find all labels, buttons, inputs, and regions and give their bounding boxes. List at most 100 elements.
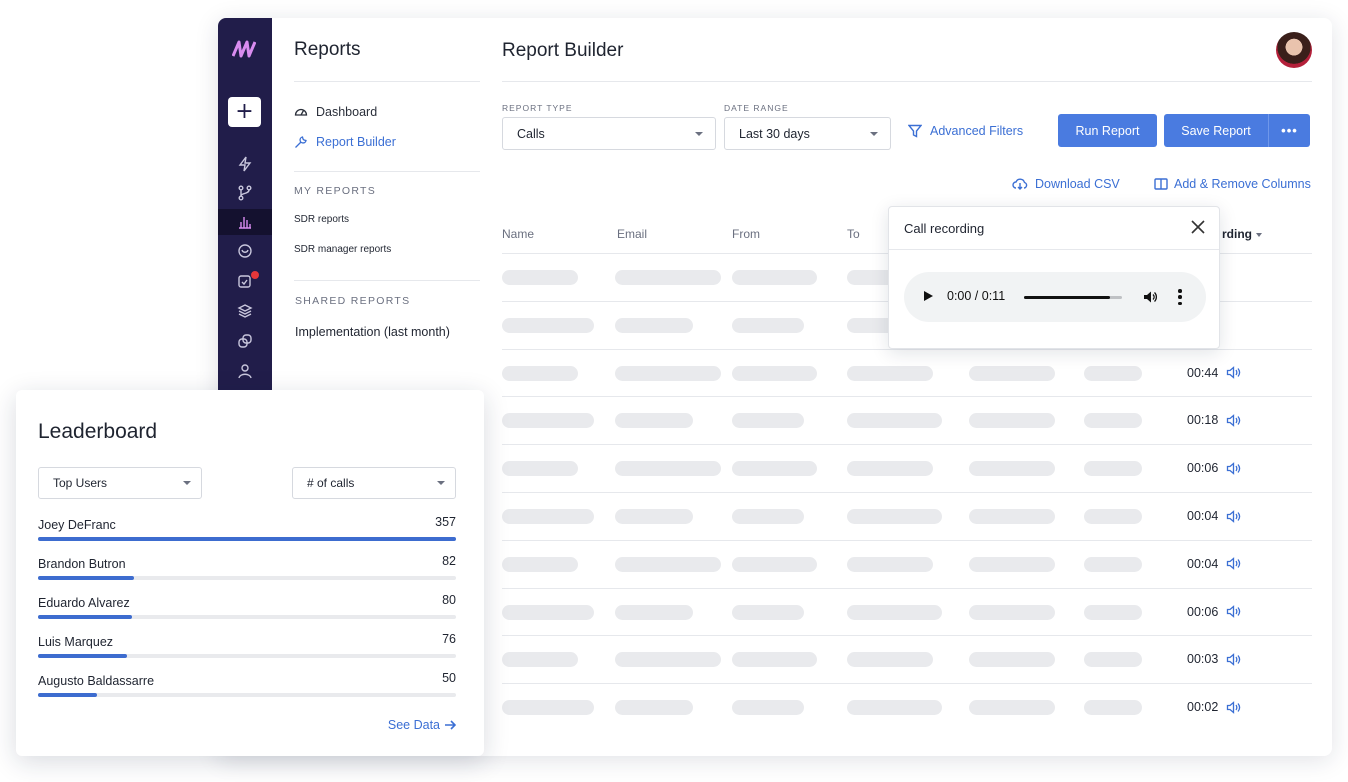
skeleton-cell xyxy=(1084,556,1142,572)
kebab-icon[interactable] xyxy=(1177,289,1183,305)
report-item[interactable]: SDR manager reports xyxy=(294,244,391,255)
skeleton-cell xyxy=(847,556,933,572)
column-header-label: rding xyxy=(1222,227,1252,241)
skeleton-cell xyxy=(1084,604,1142,620)
duration-value: 00:18 xyxy=(1187,413,1219,428)
duration-value: 00:03 xyxy=(1187,652,1219,667)
column-header-recording[interactable]: rding xyxy=(1222,227,1262,241)
report-type-value: Calls xyxy=(517,126,545,141)
skeleton-cell xyxy=(969,556,1055,572)
column-header-name[interactable]: Name xyxy=(502,227,534,241)
more-options-button[interactable]: ••• xyxy=(1268,114,1310,147)
speaker-icon[interactable] xyxy=(1226,413,1241,427)
duration-value: 00:44 xyxy=(1187,365,1219,380)
report-builder: Report Builder REPORT TYPE Calls DATE RA… xyxy=(492,18,1332,756)
speaker-icon[interactable] xyxy=(1226,700,1241,714)
leaderboard-value: 82 xyxy=(442,554,456,568)
leaderboard-row[interactable]: Augusto Baldassarre 50 xyxy=(38,665,456,697)
duration-cell: 00:02 xyxy=(1187,700,1241,714)
top-users-select[interactable]: Top Users xyxy=(38,467,202,499)
leaderboard-bar-track xyxy=(38,576,456,580)
task-icon[interactable] xyxy=(218,268,272,294)
headset-icon[interactable] xyxy=(218,238,272,264)
leaderboard-row[interactable]: Eduardo Alvarez 80 xyxy=(38,587,456,619)
nav-link-dashboard[interactable]: Dashboard xyxy=(294,105,377,119)
skeleton-cell xyxy=(502,700,594,716)
shared-report-item[interactable]: Implementation (last month) xyxy=(295,325,450,339)
skeleton-cell xyxy=(1084,365,1142,381)
column-header-email[interactable]: Email xyxy=(617,227,647,241)
skeleton-cell xyxy=(847,604,942,620)
speaker-icon[interactable] xyxy=(1226,461,1241,475)
leaderboard-row[interactable]: Luis Marquez 76 xyxy=(38,626,456,658)
copy-icon[interactable] xyxy=(218,328,272,354)
skeleton-cell xyxy=(502,365,578,381)
skeleton-cell xyxy=(969,461,1055,477)
bolt-icon[interactable] xyxy=(218,151,272,177)
skeleton-cell xyxy=(615,556,721,572)
speaker-icon[interactable] xyxy=(1226,557,1241,571)
popup-title: Call recording xyxy=(904,221,985,236)
skeleton-cell xyxy=(502,317,594,333)
date-range-select[interactable]: Last 30 days xyxy=(724,117,891,150)
skeleton-cell xyxy=(969,700,1055,716)
avatar[interactable] xyxy=(1276,32,1312,68)
run-report-button[interactable]: Run Report xyxy=(1058,114,1157,147)
skeleton-cell xyxy=(615,317,693,333)
advanced-filters-button[interactable]: Advanced Filters xyxy=(908,124,1023,138)
columns-label: Add & Remove Columns xyxy=(1174,177,1311,191)
layers-icon[interactable] xyxy=(218,298,272,324)
save-report-button[interactable]: Save Report xyxy=(1164,114,1268,147)
nav-title: Reports xyxy=(294,39,361,60)
leaderboard-name: Brandon Butron xyxy=(38,557,126,571)
divider xyxy=(294,81,480,82)
skeleton-cell xyxy=(732,556,817,572)
speaker-icon[interactable] xyxy=(1226,605,1241,619)
seek-bar[interactable] xyxy=(1024,296,1122,299)
chart-icon[interactable] xyxy=(218,209,272,235)
see-data-link[interactable]: See Data xyxy=(388,718,456,732)
leaderboard-bar xyxy=(38,615,132,619)
top-users-value: Top Users xyxy=(53,476,108,490)
report-item[interactable]: SDR reports xyxy=(294,214,349,225)
column-header-to[interactable]: To xyxy=(847,227,860,241)
branch-icon[interactable] xyxy=(218,180,272,206)
speaker-icon[interactable] xyxy=(1226,366,1241,380)
plus-icon[interactable]: + xyxy=(228,97,261,127)
skeleton-cell xyxy=(502,509,594,524)
column-header-from[interactable]: From xyxy=(732,227,760,241)
nav-link-label: Report Builder xyxy=(316,135,396,149)
notification-badge xyxy=(250,270,260,280)
download-csv-button[interactable]: Download CSV xyxy=(1012,177,1120,191)
leaderboard-bar xyxy=(38,537,456,541)
leaderboard-name: Augusto Baldassarre xyxy=(38,674,155,688)
skeleton-cell xyxy=(732,604,804,620)
call-recording-popup: Call recording 0:00 / 0:11 xyxy=(888,206,1220,349)
speaker-icon[interactable] xyxy=(1226,652,1241,666)
metric-select[interactable]: # of calls xyxy=(292,467,456,499)
row-divider xyxy=(502,587,1312,589)
skeleton-cell xyxy=(969,365,1055,381)
speaker-icon[interactable] xyxy=(1226,509,1241,523)
sort-caret-icon xyxy=(1256,232,1262,237)
leaderboard-row[interactable]: Joey DeFranc 357 xyxy=(38,509,456,541)
duration-cell: 00:06 xyxy=(1187,605,1241,619)
advanced-filters-label: Advanced Filters xyxy=(930,124,1024,138)
skeleton-cell xyxy=(732,413,804,429)
play-icon[interactable] xyxy=(924,291,933,301)
row-divider xyxy=(502,396,1312,398)
skeleton-cell xyxy=(732,317,804,333)
nav-link-report-builder[interactable]: Report Builder xyxy=(294,135,396,149)
skeleton-cell xyxy=(847,700,942,716)
report-type-select[interactable]: Calls xyxy=(502,117,716,150)
audio-player: 0:00 / 0:11 xyxy=(904,272,1206,322)
user-icon[interactable] xyxy=(218,358,272,384)
row-divider xyxy=(502,539,1312,541)
page-title: Report Builder xyxy=(502,40,624,61)
leaderboard-row[interactable]: Brandon Butron 82 xyxy=(38,548,456,580)
add-remove-columns-button[interactable]: Add & Remove Columns xyxy=(1154,177,1311,191)
close-icon[interactable] xyxy=(1189,218,1207,236)
volume-icon[interactable] xyxy=(1142,289,1158,305)
duration-value: 00:06 xyxy=(1187,604,1219,619)
my-reports-heading: MY REPORTS xyxy=(294,185,377,197)
